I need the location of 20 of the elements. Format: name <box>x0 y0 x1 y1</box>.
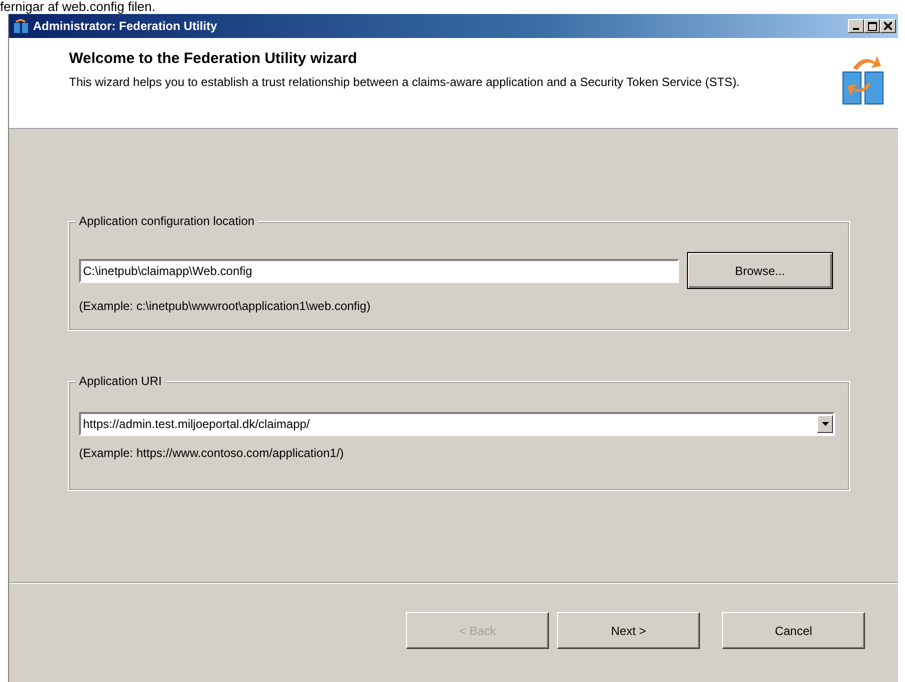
minimize-button[interactable] <box>848 19 864 33</box>
wizard-button[interactable]: Next > <box>557 612 700 649</box>
close-button[interactable] <box>880 19 896 33</box>
maximize-button[interactable] <box>864 19 880 33</box>
group-label: Application configuration location <box>75 214 258 228</box>
browse-button[interactable]: Browse... <box>687 252 833 289</box>
uri-combo-box[interactable]: https://admin.test.miljoeportal.dk/claimapp/ <box>79 412 835 436</box>
example-text: (Example: https://www.contoso.com/application1/) <box>79 446 345 460</box>
close-icon <box>884 22 892 30</box>
caption-text: fernigar af web.config filen. <box>0 0 156 14</box>
path-field[interactable]: C:\inetpub\claimapp\Web.config <box>79 258 679 282</box>
example-text: (Example: c:\inetpub\wwwroot\application1\web.config) <box>79 299 372 313</box>
wizard-button[interactable]: Cancel <box>722 612 865 649</box>
window-title: Administrator: Federation Utility <box>33 19 218 33</box>
group-label: Application URI <box>75 374 166 388</box>
wizard-heading: Welcome to the Federation Utility wizard <box>69 50 358 67</box>
wizard-description: This wizard helps you to establish a trust relationship between a claims-aware application and a Security Token Service (STS). <box>69 75 741 90</box>
dropdown-arrow-icon <box>822 422 828 426</box>
maximize-icon <box>868 22 876 30</box>
app-icon <box>13 18 29 34</box>
